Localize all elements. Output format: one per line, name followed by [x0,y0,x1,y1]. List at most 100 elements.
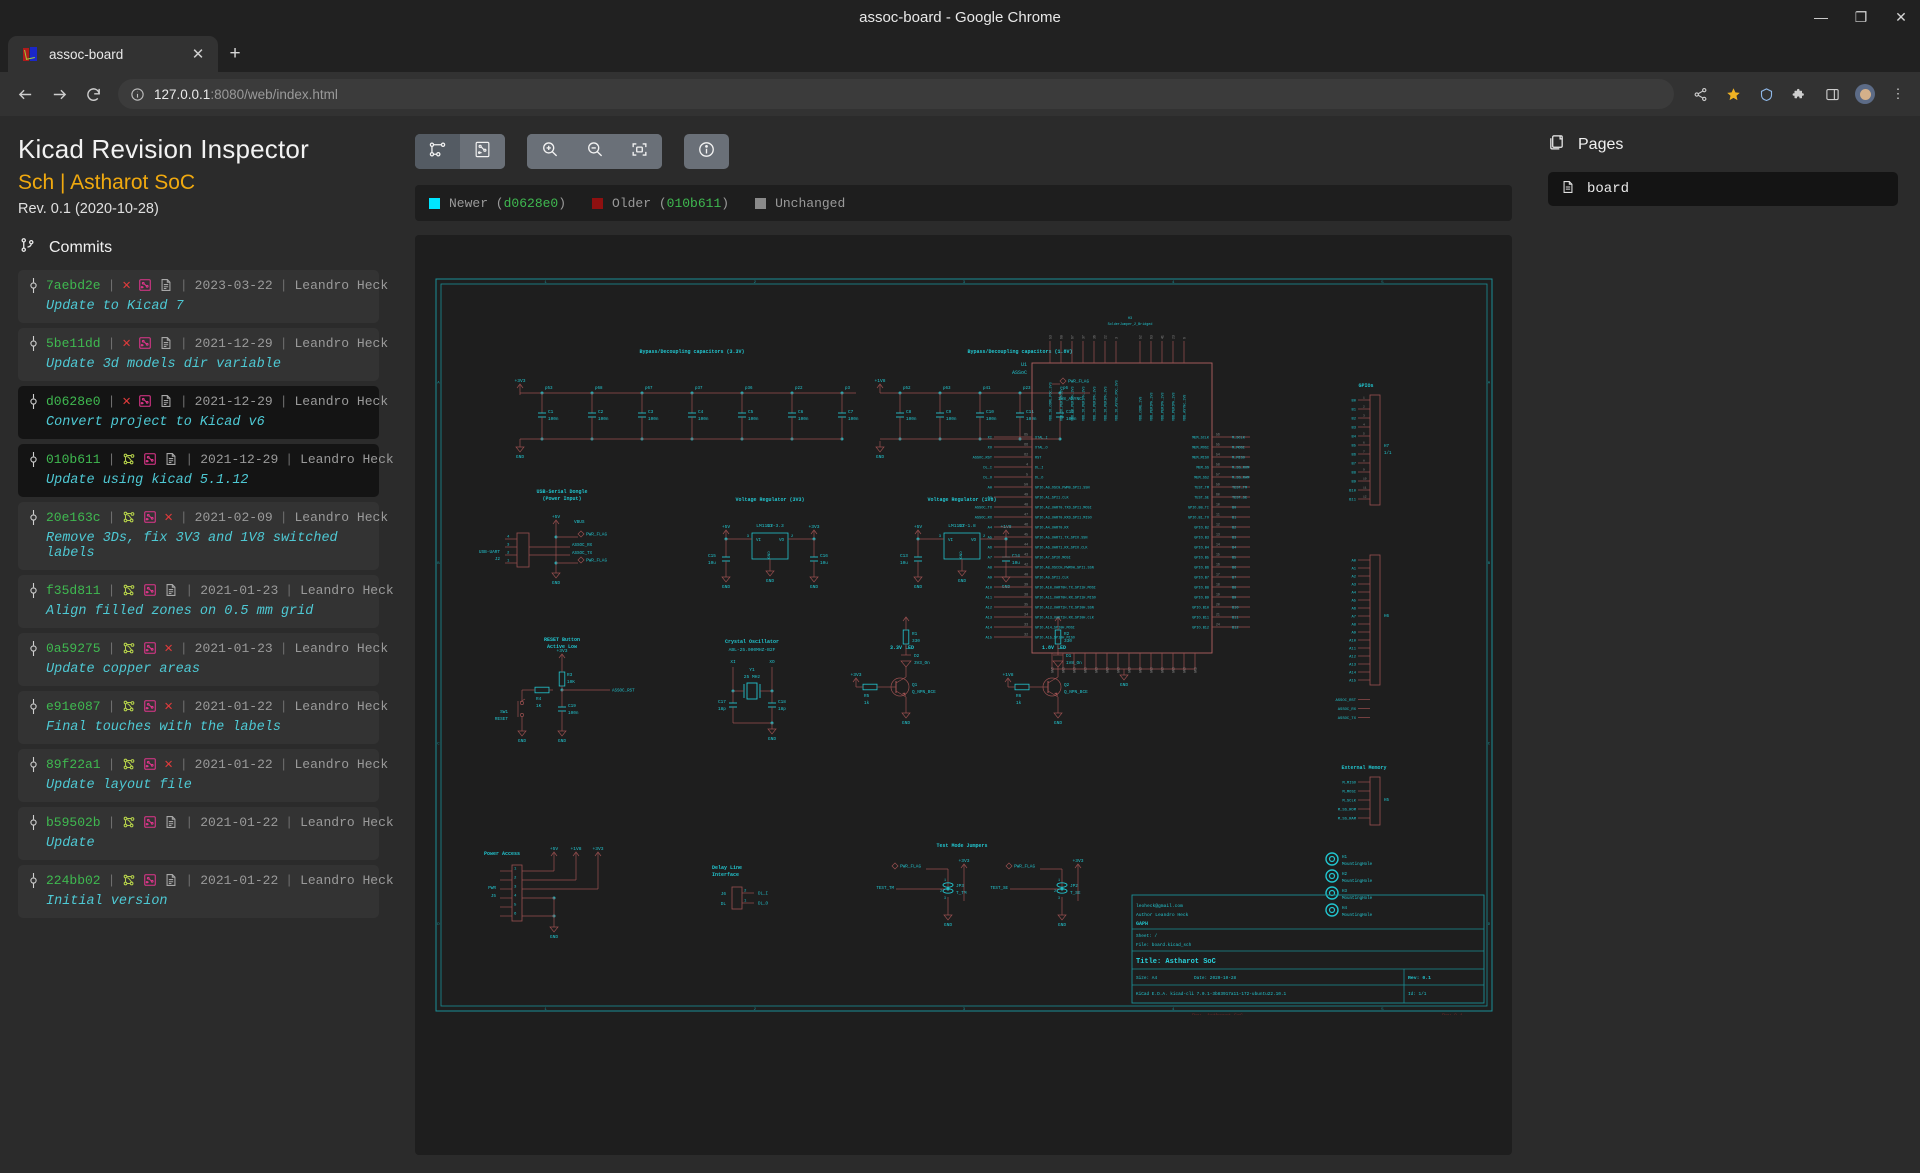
commit-item[interactable]: 0a59275 | ✕ | 2021-01-23 | Leandro Heck Update … [18,633,388,686]
pcb-file-icon[interactable] [143,756,157,772]
share-icon[interactable] [1688,82,1712,106]
close-window-button[interactable]: ✕ [1890,10,1912,24]
svg-text:13: 13 [1216,533,1220,537]
document-file-icon[interactable] [159,277,173,293]
browser-tab[interactable]: assoc-board ✕ [8,36,218,72]
commit-item[interactable]: 7aebd2e | ✕ | 2023-03-22 | Leandro Heck Update … [18,270,388,323]
svg-text:100n: 100n [548,417,559,422]
schematic-view-button[interactable] [415,134,460,169]
svg-text:GPIO.A14_SPI0H.MOSI: GPIO.A14_SPI0H.MOSI [1035,627,1075,631]
document-file-icon[interactable] [164,451,178,467]
commit-item[interactable]: 5be11dd | ✕ | 2021-12-29 | Leandro Heck Update … [18,328,388,381]
viewer-toolbar [403,134,1512,169]
svg-text:B6: B6 [1351,454,1356,458]
commit-item[interactable]: 010b611 | | 2021-12-29 | Leandro Heck Update u… [18,444,394,497]
address-bar[interactable]: 127.0.0.1:8080/web/index.html [118,79,1674,109]
commit-item[interactable]: 20e163c | ✕ | 2021-02-09 | Leandro Heck Remove … [18,502,388,570]
commit-hash: 224bb02 [46,872,101,888]
svg-text:C9: C9 [946,410,952,415]
zoom-in-button[interactable] [527,134,572,169]
commit-hash: d0628e0 [46,393,101,409]
file-absent-icon[interactable]: ✕ [164,509,172,526]
commit-author: Leandro Heck [294,393,389,409]
pcb-file-icon[interactable] [143,698,157,714]
svg-text:C: C [437,742,440,746]
profile-badge-icon[interactable] [1754,82,1778,106]
document-file-icon[interactable] [164,582,178,598]
svg-text:B12: B12 [1232,627,1238,631]
file-absent-icon[interactable]: ✕ [164,698,172,715]
document-file-icon[interactable] [159,393,173,409]
commits-header: Commits [20,237,379,258]
tab-close-icon[interactable]: ✕ [188,45,208,63]
svg-text:B8: B8 [1232,587,1236,591]
info-button[interactable] [684,134,729,169]
svg-text:Rev. Astharot SoC: Rev. Astharot SoC [1192,1013,1243,1015]
svg-text:DL_I: DL_I [758,893,769,897]
minimize-button[interactable]: — [1810,10,1832,24]
svg-text:A2: A2 [1351,576,1356,580]
schematic-file-icon[interactable] [122,640,136,656]
page-item[interactable]: board [1548,172,1898,206]
forward-icon[interactable] [44,79,74,109]
pcb-file-icon[interactable] [138,277,152,293]
back-icon[interactable] [10,79,40,109]
document-file-icon[interactable] [159,335,173,351]
pcb-file-icon[interactable] [143,814,157,830]
commit-item[interactable]: e91e087 | ✕ | 2021-01-22 | Leandro Heck Final t… [18,691,388,744]
svg-text:VDD_IO_PERIPH_3V3: VDD_IO_PERIPH_3V3 [1071,386,1075,421]
pcb-file-icon[interactable] [143,872,157,888]
new-tab-button[interactable]: + [218,36,252,72]
extensions-puzzle-icon[interactable] [1787,82,1811,106]
schematic-viewer[interactable]: 1 1 2 2 3 3 4 4 5 5 A A B B C C D D Bypass/Decoupling capa… [415,235,1512,1155]
svg-text:p3: p3 [845,387,851,391]
schematic-file-icon[interactable] [122,872,136,888]
pcb-file-icon[interactable] [138,335,152,351]
svg-text:+5V: +5V [551,514,560,520]
avatar[interactable] [1853,82,1877,106]
svg-text:6: 6 [1363,442,1365,445]
schematic-file-icon[interactable] [122,814,136,830]
zoom-fit-button[interactable] [617,134,662,169]
document-file-icon[interactable] [164,872,178,888]
svg-text:DL_O: DL_O [758,903,769,907]
pcb-file-icon[interactable] [143,640,157,656]
schematic-file-icon[interactable] [122,451,136,467]
file-absent-icon[interactable]: ✕ [164,756,172,773]
file-absent-icon[interactable]: ✕ [122,335,130,352]
commit-item[interactable]: d0628e0 | ✕ | 2021-12-29 | Leandro Heck Convert… [18,386,388,439]
file-absent-icon[interactable]: ✕ [122,277,130,294]
commit-item[interactable]: f35d811 | | 2021-01-23 | Leandro Heck Align fi… [18,575,394,628]
svg-text:100n: 100n [906,417,917,422]
pcb-file-icon[interactable] [138,393,152,409]
schematic-file-icon[interactable] [122,698,136,714]
svg-text:D: D [1487,923,1490,927]
schematic-file-icon[interactable] [122,582,136,598]
commit-node-icon [28,640,39,656]
schematic-file-icon[interactable] [122,756,136,772]
pcb-file-icon[interactable] [143,451,157,467]
schematic-file-icon[interactable] [122,509,136,525]
zoom-out-button[interactable] [572,134,617,169]
file-absent-icon[interactable]: ✕ [122,393,130,410]
bookmark-star-icon[interactable] [1721,82,1745,106]
side-panel-icon[interactable] [1820,82,1844,106]
maximize-button[interactable]: ❐ [1850,10,1872,24]
svg-text:GND: GND [1072,667,1076,673]
svg-text:M_SS_ROM: M_SS_ROM [1232,467,1249,471]
svg-text:35: 35 [1024,603,1028,607]
reload-icon[interactable] [78,79,108,109]
pcb-file-icon[interactable] [143,509,157,525]
file-absent-icon[interactable]: ✕ [164,640,172,657]
commit-item[interactable]: 224bb02 | | 2021-01-22 | Leandro Heck Initial … [18,865,394,918]
commit-item[interactable]: b59502b | | 2021-01-22 | Leandro Heck Update [18,807,394,860]
svg-text:VDD_IO_PERIPH_3V3: VDD_IO_PERIPH_3V3 [1093,386,1097,421]
svg-text:M_MISO: M_MISO [1342,782,1356,786]
svg-text:100n: 100n [568,711,579,716]
svg-text:4: 4 [1363,424,1365,427]
chrome-menu-icon[interactable]: ⋮ [1886,82,1910,106]
document-file-icon[interactable] [164,814,178,830]
pcb-file-icon[interactable] [143,582,157,598]
pcb-view-button[interactable] [460,134,505,169]
commit-item[interactable]: 89f22a1 | ✕ | 2021-01-22 | Leandro Heck Update … [18,749,388,802]
